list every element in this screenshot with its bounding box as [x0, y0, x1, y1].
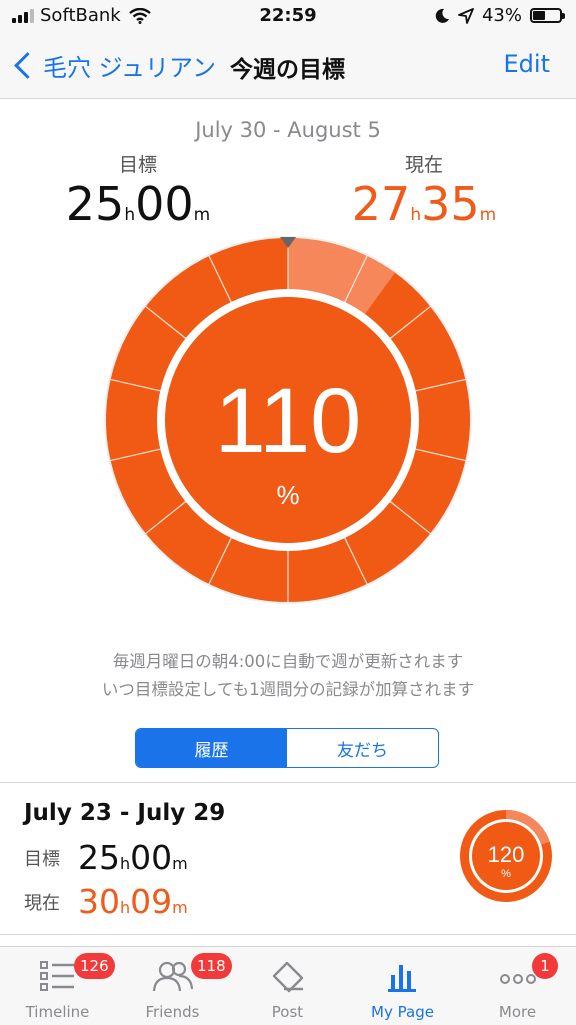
chevron-left-icon [14, 52, 41, 79]
notice-line-1: 毎週月曜日の朝4:00に自動で週が更新されます [112, 652, 464, 671]
history-goal-row: 目標 25h00m [24, 838, 188, 877]
divider [0, 934, 576, 935]
tab-bar: 126 Timeline 118 Friends Post My Page 1 … [0, 946, 576, 1025]
history-goal-hours: 25 [78, 838, 120, 877]
back-label: 毛穴 ジュリアン [43, 54, 216, 82]
battery-icon [530, 8, 565, 23]
goal-hours: 25 [65, 177, 125, 231]
notice-line-2: いつ目標設定しても1週間分の記録が加算されます [101, 680, 475, 699]
hours-unit: h [124, 205, 136, 225]
status-right: 43% [434, 5, 565, 26]
tag-icon [272, 961, 303, 993]
notice-text: 毎週月曜日の朝4:00に自動で週が更新されます いつ目標設定しても1週間分の記録… [0, 648, 576, 704]
minutes-unit: m [172, 898, 188, 917]
goal-minutes: 00 [135, 177, 194, 231]
current-value: 27h35m [334, 179, 514, 230]
page-title: 今週の目標 [230, 57, 345, 83]
history-current-hours: 30 [78, 882, 120, 921]
ring-segment [412, 379, 471, 461]
history-goal-label: 目標 [24, 848, 60, 870]
ring-segment [105, 379, 164, 461]
progress-ring: 110% [104, 236, 472, 604]
tab-timeline-label: Timeline [25, 1003, 90, 1021]
tab-friends-label: Friends [145, 1003, 200, 1021]
history-percent-value: 120 [488, 842, 525, 867]
history-progress-ring: 120 % [460, 810, 552, 902]
battery-percent: 43% [481, 5, 522, 26]
minutes-unit: m [193, 205, 211, 225]
history-current-minutes: 09 [130, 882, 173, 921]
tab-timeline[interactable]: 126 Timeline [0, 947, 115, 1025]
current-minutes: 35 [421, 177, 480, 231]
tab-friends[interactable]: 友だち [287, 729, 438, 767]
percent-sign: % [276, 480, 299, 510]
hours-unit: h [120, 854, 131, 873]
tab-friends-nav[interactable]: 118 Friends [115, 947, 232, 1025]
percent-value: 110 [215, 370, 362, 472]
hours-unit: h [410, 205, 422, 225]
tab-history[interactable]: 履歴 [136, 729, 287, 767]
minutes-unit: m [479, 205, 497, 225]
tab-my-page-label: My Page [371, 1003, 434, 1021]
current-label: 現在 [404, 154, 443, 176]
location-arrow-icon [458, 7, 474, 24]
current-hours: 27 [351, 177, 411, 231]
tab-more-label: More [498, 1003, 537, 1021]
bar-chart-icon [387, 965, 416, 992]
history-goal-minutes: 00 [130, 838, 173, 877]
goal-label: 目標 [118, 154, 157, 176]
minutes-unit: m [172, 854, 188, 873]
edit-button[interactable]: Edit [504, 50, 550, 78]
history-current-row: 現在 30h09m [24, 882, 188, 921]
moon-icon [435, 8, 449, 23]
friends-badge: 118 [191, 953, 232, 979]
list-icon [39, 961, 74, 991]
hours-unit: h [120, 898, 131, 917]
history-current-label: 現在 [24, 892, 60, 914]
back-button[interactable]: 毛穴 ジュリアン [10, 48, 216, 83]
history-percent-sign: % [501, 868, 511, 880]
timeline-badge: 126 [74, 953, 115, 979]
history-range: July 23 - July 29 [24, 800, 226, 826]
tab-post-label: Post [271, 1003, 304, 1021]
friends-icon [152, 961, 193, 992]
segmented-control: 履歴 友だち [135, 728, 439, 768]
history-current-value: 30h09m [78, 882, 188, 921]
divider [0, 782, 576, 783]
tab-post[interactable]: Post [230, 947, 345, 1025]
tab-my-page[interactable]: My Page [345, 947, 460, 1025]
more-badge: 1 [532, 953, 558, 979]
tab-more[interactable]: 1 More [460, 947, 575, 1025]
goal-value: 25h00m [48, 179, 228, 230]
nav-bar: 毛穴 ジュリアン 今週の目標 Edit [0, 34, 576, 99]
week-range: July 30 - August 5 [195, 118, 381, 142]
current-summary: 現在 27h35m [334, 150, 514, 230]
history-goal-value: 25h00m [78, 838, 188, 877]
status-bar: SoftBank 22:59 43% [0, 0, 576, 34]
goal-summary: 目標 25h00m [48, 150, 228, 230]
